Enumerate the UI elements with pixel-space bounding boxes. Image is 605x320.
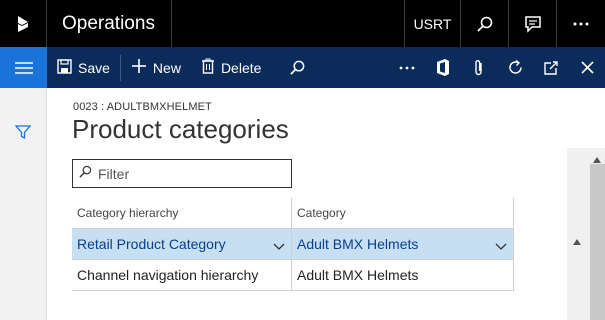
- filter-pane-icon[interactable]: [14, 124, 32, 145]
- search-icon: [79, 165, 92, 183]
- scroll-up-arrow-icon[interactable]: [573, 232, 581, 250]
- more-options-icon[interactable]: [556, 0, 605, 47]
- chevron-down-icon[interactable]: [495, 238, 507, 254]
- message-icon[interactable]: [508, 0, 556, 47]
- column-header-category-hierarchy[interactable]: Category hierarchy: [72, 198, 292, 228]
- delete-label: Delete: [220, 59, 262, 76]
- refresh-icon[interactable]: [497, 47, 533, 88]
- company-picker[interactable]: USRT: [404, 0, 460, 47]
- hamburger-menu-icon[interactable]: [0, 47, 47, 88]
- new-button[interactable]: New: [121, 47, 191, 88]
- column-header-category[interactable]: Category: [292, 198, 514, 228]
- page-scroll-up-arrow-icon[interactable]: [593, 150, 601, 168]
- category-value: Adult BMX Helmets: [297, 236, 419, 252]
- category-hierarchy-cell[interactable]: Channel navigation hierarchy: [72, 260, 292, 290]
- left-navigation: [0, 88, 47, 320]
- dynamics-logo-icon[interactable]: [0, 0, 47, 47]
- record-caption: 0023 : ADULTBMXHELMET: [73, 101, 212, 113]
- table-row[interactable]: Retail Product Category Adult BMX Helmet…: [72, 229, 514, 260]
- app-bar: Operations USRT: [0, 0, 605, 47]
- table-row[interactable]: Channel navigation hierarchy Adult BMX H…: [72, 260, 514, 291]
- search-icon[interactable]: [460, 0, 508, 47]
- chevron-down-icon[interactable]: [273, 238, 285, 254]
- category-cell[interactable]: Adult BMX Helmets: [292, 260, 514, 290]
- close-icon[interactable]: [569, 47, 605, 88]
- product-categories-grid: Category hierarchy Category Retail Produ…: [72, 198, 514, 291]
- save-button[interactable]: Save: [47, 47, 120, 88]
- category-hierarchy-cell[interactable]: Retail Product Category: [72, 229, 292, 259]
- app-bar-spacer: [172, 0, 404, 47]
- app-title: Operations: [47, 0, 172, 47]
- office-icon[interactable]: [425, 47, 461, 88]
- new-label: New: [152, 59, 181, 76]
- action-pane: Save New Delete: [0, 47, 605, 88]
- category-value: Adult BMX Helmets: [297, 267, 419, 283]
- save-icon: [57, 58, 72, 77]
- filter-field[interactable]: [72, 159, 292, 188]
- open-in-new-window-icon[interactable]: [533, 47, 569, 88]
- plus-icon: [131, 58, 147, 77]
- category-hierarchy-value: Retail Product Category: [77, 236, 226, 252]
- trash-icon: [201, 58, 215, 77]
- category-cell[interactable]: Adult BMX Helmets: [292, 229, 514, 259]
- page-scrollbar-thumb[interactable]: [590, 164, 605, 320]
- delete-button[interactable]: Delete: [191, 47, 271, 88]
- page-title: Product categories: [72, 114, 289, 144]
- save-label: Save: [78, 59, 110, 76]
- grid-header: Category hierarchy Category: [72, 198, 514, 229]
- attachment-icon[interactable]: [461, 47, 497, 88]
- category-hierarchy-value: Channel navigation hierarchy: [77, 267, 259, 283]
- more-actions-icon[interactable]: [389, 47, 425, 88]
- search-icon[interactable]: [279, 47, 315, 88]
- filter-input[interactable]: [98, 165, 278, 182]
